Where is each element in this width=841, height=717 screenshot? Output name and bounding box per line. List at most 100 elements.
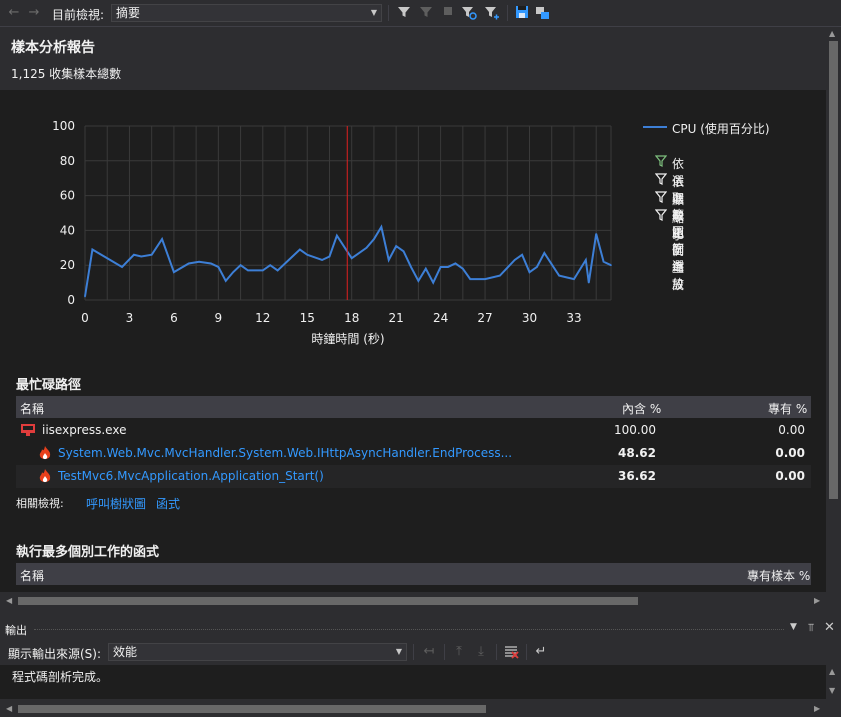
current-view-select[interactable]: 摘要 ▼	[111, 4, 382, 22]
output-title: 輸出	[5, 624, 27, 637]
output-horizontal-scrollbar[interactable]: ◀ ▶	[0, 700, 826, 717]
output-text: 程式碼剖析完成。	[12, 670, 109, 684]
x-tick-label: 27	[477, 311, 492, 325]
hot-flame-icon	[38, 445, 52, 464]
scroll-right-icon[interactable]: ▶	[814, 596, 820, 605]
save-icon[interactable]	[514, 5, 530, 21]
data-point	[217, 266, 220, 268]
row-name-link[interactable]: TestMvc6.MvcApplication.Application_Star…	[58, 469, 324, 483]
report-vertical-scrollbar[interactable]: ▲	[826, 27, 841, 592]
col-exclusive-samples[interactable]: 專有樣本 %	[747, 567, 810, 584]
filter-icon	[654, 209, 668, 224]
related-link-call-tree[interactable]: 呼叫樹狀圖	[86, 495, 146, 512]
data-point	[395, 245, 397, 247]
scroll-up-icon[interactable]: ▲	[829, 667, 835, 676]
table-row[interactable]: System.Web.Mvc.MvcHandler.System.Web.IHt…	[16, 442, 811, 465]
col-name[interactable]: 名稱	[20, 400, 44, 417]
data-point	[365, 247, 368, 249]
filter-icon	[654, 173, 668, 188]
output-vertical-scrollbar[interactable]: ▲ ▼	[826, 665, 841, 700]
data-point	[558, 274, 560, 277]
data-point	[133, 253, 135, 256]
output-title-bar: 輸出 ▼ ⫪ ✕	[0, 620, 841, 638]
compare-icon[interactable]	[535, 5, 551, 21]
cpu-chart[interactable]: 100 80 60 40 20 00 3 6 9 12 15 18 21 24 27 30 33 時鐘時間 (秒)	[0, 90, 630, 360]
filter-zoom-icon[interactable]	[461, 5, 477, 21]
output-source-select[interactable]: 效能 ▼	[108, 643, 407, 661]
current-view-label: 目前檢視:	[52, 8, 105, 22]
data-point	[424, 267, 427, 270]
legend-action-3[interactable]: 縮小	[654, 209, 685, 243]
data-point	[610, 264, 612, 266]
data-point	[321, 259, 323, 261]
col-name[interactable]: 名稱	[20, 567, 44, 584]
data-point	[224, 280, 227, 282]
data-point	[587, 281, 590, 284]
scroll-left-icon[interactable]: ◀	[6, 704, 12, 713]
data-point	[262, 269, 264, 272]
data-point	[247, 269, 249, 272]
data-point	[469, 278, 472, 280]
data-point	[269, 264, 272, 266]
scroll-thumb[interactable]	[18, 705, 486, 713]
filter-clear-icon[interactable]	[418, 5, 434, 21]
toolbar-separator	[388, 5, 389, 21]
filter-reset-icon[interactable]	[484, 5, 500, 21]
data-point	[432, 281, 434, 284]
report-toolbar: ← → 目前檢視: 摘要 ▼	[0, 0, 841, 27]
data-point	[595, 233, 597, 235]
dropdown-icon[interactable]: ▼	[790, 622, 797, 632]
x-tick-label: 24	[433, 311, 448, 325]
data-point	[439, 266, 442, 268]
related-views-label: 相關檢視:	[16, 497, 64, 510]
data-point	[106, 257, 109, 260]
row-name-link[interactable]: System.Web.Mvc.MvcHandler.System.Web.IHt…	[58, 446, 512, 460]
legend-swatch	[643, 126, 667, 128]
data-point	[402, 250, 405, 253]
scroll-left-icon[interactable]: ◀	[6, 596, 12, 605]
filter-icon	[654, 155, 668, 170]
chevron-down-icon[interactable]: ▼	[396, 644, 402, 660]
scroll-right-icon[interactable]: ▶	[814, 704, 820, 713]
clear-all-icon[interactable]	[503, 644, 519, 660]
report-panel: 樣本分析報告 1,125 收集樣本總數 100 80 60 40 20 0 0 3 6 9 12 15…	[0, 27, 826, 592]
chevron-down-icon[interactable]: ▼	[371, 5, 377, 21]
stop-icon[interactable]	[440, 5, 456, 21]
scroll-thumb[interactable]	[18, 597, 638, 605]
row-exclusive: 0.00	[775, 469, 805, 483]
scroll-thumb[interactable]	[829, 41, 838, 499]
output-source-value: 效能	[113, 645, 138, 659]
chart-area: 100 80 60 40 20 0 0 3 6 9 12 15 18 21 24 27 30 33 時鐘時間 (秒)…	[0, 90, 826, 592]
data-point	[454, 262, 457, 265]
report-horizontal-scrollbar[interactable]: ◀ ▶	[0, 592, 841, 610]
col-exclusive[interactable]: 專有 %	[768, 400, 807, 417]
data-point	[499, 274, 501, 277]
related-link-functions[interactable]: 函式	[156, 495, 180, 512]
row-name: iisexpress.exe	[42, 423, 127, 437]
col-inclusive[interactable]: 內含 %	[622, 400, 661, 417]
scroll-down-icon[interactable]: ▼	[829, 686, 835, 695]
table-row[interactable]: TestMvc6.MvcApplication.Application_Star…	[16, 465, 811, 488]
output-text-area[interactable]: 程式碼剖析完成。	[0, 665, 826, 699]
next-message-icon[interactable]: ⤓	[473, 644, 489, 660]
arrow-left-icon[interactable]: ←	[6, 5, 22, 21]
toolbar-separator	[444, 644, 445, 660]
data-point	[543, 252, 546, 254]
arrow-right-icon[interactable]: →	[26, 5, 42, 21]
data-point	[239, 264, 242, 266]
legend-action-label: 縮小	[672, 211, 685, 242]
output-source-label: 顯示輸出來源(S):	[8, 647, 102, 661]
word-wrap-icon[interactable]: ↵	[533, 644, 549, 660]
data-point	[410, 266, 412, 268]
table-row[interactable]: iisexpress.exe 100.00 0.00	[16, 419, 811, 442]
hot-path-header: 名稱 內含 % 專有 %	[16, 396, 811, 418]
y-tick-label: 100	[52, 119, 75, 133]
previous-message-icon[interactable]: ⤒	[451, 644, 467, 660]
scroll-up-icon[interactable]: ▲	[829, 29, 835, 38]
data-point	[299, 248, 301, 251]
close-icon[interactable]: ✕	[824, 620, 835, 635]
chart-legend: CPU (使用百分比)	[643, 120, 823, 240]
pin-icon[interactable]: ⫪	[808, 621, 814, 635]
filter-icon[interactable]	[396, 5, 412, 21]
goto-location-icon[interactable]: ↤	[421, 644, 437, 660]
